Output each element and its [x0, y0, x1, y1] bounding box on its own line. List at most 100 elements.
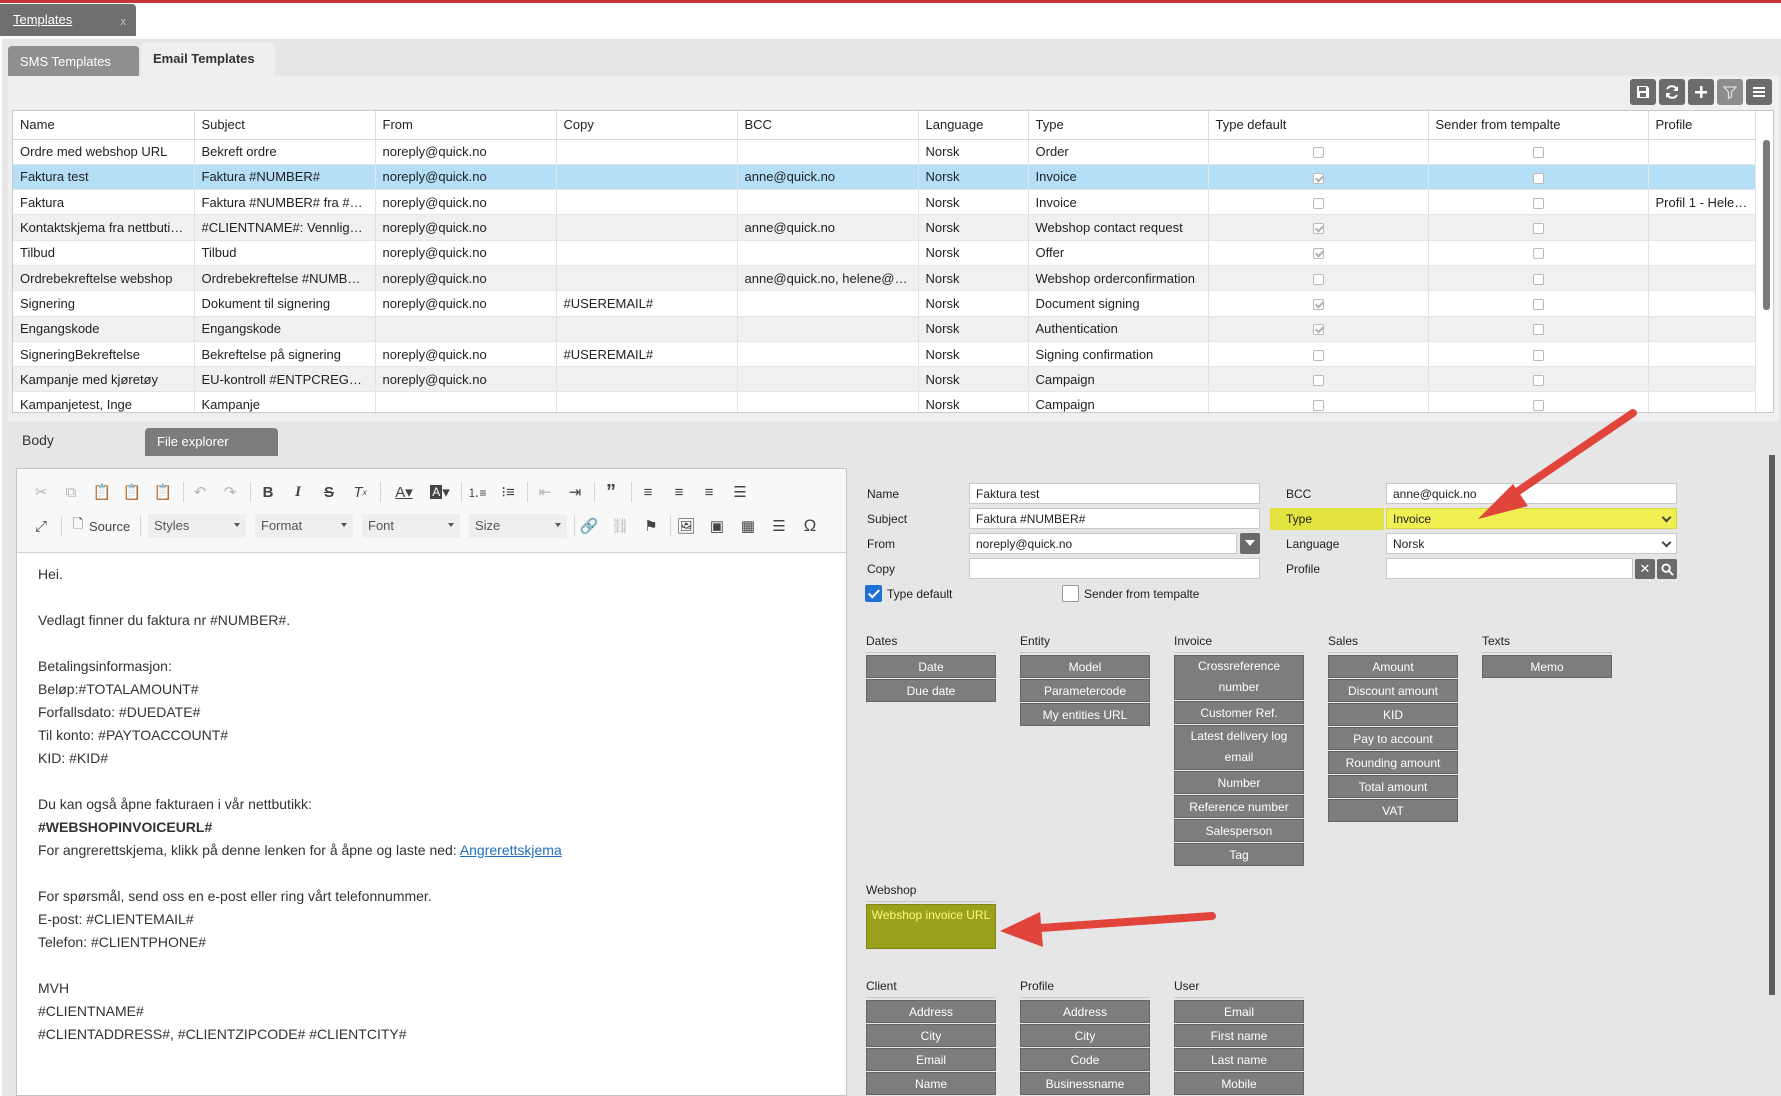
anchor-flag-icon[interactable]: ⚑	[640, 515, 662, 537]
name-field[interactable]: Faktura test	[969, 483, 1260, 504]
styles-dropdown[interactable]: Styles	[148, 514, 246, 538]
text-color-icon[interactable]: A▾	[389, 481, 419, 503]
col-type[interactable]: Type	[1028, 111, 1209, 140]
col-profile[interactable]: Profile	[1648, 111, 1756, 140]
special-char-icon[interactable]: Ω	[799, 515, 821, 537]
tag-entity-model[interactable]: Model	[1020, 655, 1150, 678]
col-copy[interactable]: Copy	[556, 111, 738, 140]
col-from[interactable]: From	[375, 111, 557, 140]
tag-profile-code[interactable]: Code	[1020, 1048, 1150, 1071]
table-row[interactable]: SigneringBekreftelse Bekreftelse på signe…	[13, 341, 1756, 368]
tag-user-email[interactable]: Email	[1174, 1000, 1304, 1023]
format-dropdown[interactable]: Format	[255, 514, 353, 538]
table-row[interactable]: Engangskode Engangskode Norsk Authenticatio…	[13, 316, 1756, 342]
copy-field[interactable]	[969, 558, 1260, 579]
tag-client-email[interactable]: Email	[866, 1048, 996, 1071]
tag-invoice-salesperson[interactable]: Salesperson	[1174, 819, 1304, 842]
bcc-field[interactable]: anne@quick.no	[1386, 483, 1677, 504]
withdraw-link[interactable]: Angrerettskjema	[460, 842, 562, 858]
paste-word-icon[interactable]: 📋	[152, 481, 174, 503]
tag-webshop-webshop-invoice-url[interactable]: Webshop invoice URL	[866, 904, 996, 949]
tag-invoice-number[interactable]: Number	[1174, 771, 1304, 794]
search-profile-button[interactable]	[1657, 559, 1677, 579]
tag-invoice-customer-ref[interactable]: Customer Ref.	[1174, 701, 1304, 724]
maximize-icon[interactable]: ⤢	[30, 515, 52, 537]
cut-icon[interactable]: ✂	[30, 481, 52, 503]
close-icon[interactable]: x	[121, 16, 127, 28]
tag-profile-address[interactable]: Address	[1020, 1000, 1150, 1023]
paste-icon[interactable]: 📋	[91, 481, 113, 503]
source-button[interactable]: Source	[89, 519, 130, 534]
outdent-icon[interactable]: ⇤	[534, 481, 556, 503]
tag-sales-amount[interactable]: Amount	[1328, 655, 1458, 678]
tag-sales-rounding-amount[interactable]: Rounding amount	[1328, 751, 1458, 774]
profile-field[interactable]	[1386, 558, 1633, 579]
horizontal-line-icon[interactable]: ☰	[768, 515, 790, 537]
from-field[interactable]: noreply@quick.no	[969, 533, 1237, 554]
align-center-icon[interactable]: ≡	[668, 481, 690, 503]
subject-field[interactable]: Faktura #NUMBER#	[969, 508, 1260, 529]
table-row[interactable]: Kampanjetest, Inge Kampanje Norsk Campaign	[13, 391, 1756, 412]
tag-profile-city[interactable]: City	[1020, 1024, 1150, 1047]
copy-icon[interactable]: ⧉	[60, 481, 82, 503]
tag-entity-parametercode[interactable]: Parametercode	[1020, 679, 1150, 702]
tag-invoice-crossreference-number[interactable]: Crossreference number	[1174, 655, 1304, 700]
bold-icon[interactable]: B	[257, 481, 279, 503]
col-type-default[interactable]: Type default	[1208, 111, 1429, 140]
tag-dates-due-date[interactable]: Due date	[866, 679, 996, 702]
align-right-icon[interactable]: ≡	[698, 481, 720, 503]
unlink-icon[interactable]: ⛓	[609, 515, 631, 537]
tab-file-explorer[interactable]: File explorer	[145, 428, 278, 456]
save-button[interactable]	[1630, 79, 1656, 105]
menu-button[interactable]	[1746, 79, 1772, 105]
col-language[interactable]: Language	[918, 111, 1029, 140]
tag-user-first-name[interactable]: First name	[1174, 1024, 1304, 1047]
tag-invoice-reference-number[interactable]: Reference number	[1174, 795, 1304, 818]
source-icon[interactable]: 🗋	[67, 515, 89, 537]
tag-sales-vat[interactable]: VAT	[1328, 799, 1458, 822]
add-button[interactable]	[1688, 79, 1714, 105]
tag-client-city[interactable]: City	[866, 1024, 996, 1047]
language-select[interactable]: Norsk	[1386, 533, 1677, 554]
tab-email-templates[interactable]: Email Templates	[141, 43, 275, 76]
tab-body[interactable]: Body	[12, 424, 144, 460]
type-select[interactable]: Invoice	[1386, 508, 1677, 529]
col-name[interactable]: Name	[13, 111, 195, 140]
table-scrollbar[interactable]	[1763, 140, 1770, 310]
align-left-icon[interactable]: ≡	[637, 481, 659, 503]
table-row[interactable]: Faktura Faktura #NUMBER# fra #C… noreply@q…	[13, 189, 1756, 216]
numbered-list-icon[interactable]: ⒈≡	[466, 481, 488, 503]
undo-icon[interactable]: ↶	[189, 481, 211, 503]
table-row[interactable]: Signering Dokument til signering noreply@q…	[13, 290, 1756, 317]
templates-tab[interactable]: Templates x	[0, 4, 136, 36]
table-row[interactable]: Kontaktskjema fra nettbuti… #CLIENTNAME#:…	[13, 214, 1756, 241]
tag-sales-discount-amount[interactable]: Discount amount	[1328, 679, 1458, 702]
tag-sales-pay-to-account[interactable]: Pay to account	[1328, 727, 1458, 750]
blockquote-icon[interactable]: ”	[600, 481, 622, 503]
clear-profile-button[interactable]: ✕	[1635, 559, 1655, 579]
col-bcc[interactable]: BCC	[737, 111, 919, 140]
table-row[interactable]: Kampanje med kjøretøy EU-kontroll #ENTPCR…	[13, 366, 1756, 393]
strikethrough-icon[interactable]: S	[318, 481, 340, 503]
refresh-button[interactable]	[1659, 79, 1685, 105]
tag-invoice-latest-delivery-log-email[interactable]: Latest delivery log email	[1174, 725, 1304, 770]
details-scrollbar[interactable]	[1769, 455, 1775, 995]
table-row[interactable]: Ordre med webshop URL Bekreft ordre norepl…	[13, 139, 1756, 165]
table-row[interactable]: Faktura test Faktura #NUMBER# noreply@quic…	[13, 164, 1756, 191]
tag-client-name[interactable]: Name	[866, 1072, 996, 1095]
tag-entity-my-entities-url[interactable]: My entities URL	[1020, 703, 1150, 726]
paste-text-icon[interactable]: 📋	[121, 481, 143, 503]
bulleted-list-icon[interactable]: ⁝≡	[497, 481, 519, 503]
templates-tab-label[interactable]: Templates	[13, 12, 72, 27]
redo-icon[interactable]: ↷	[219, 481, 241, 503]
sender-from-template-checkbox[interactable]	[1062, 585, 1079, 602]
tag-texts-memo[interactable]: Memo	[1482, 655, 1612, 678]
tag-sales-kid[interactable]: KID	[1328, 703, 1458, 726]
col-subject[interactable]: Subject	[194, 111, 376, 140]
editor-content[interactable]: Hei. Vedlagt finner du faktura nr #NUMBE…	[38, 563, 818, 1046]
remove-format-icon[interactable]: Tx	[349, 481, 371, 503]
size-dropdown[interactable]: Size	[469, 514, 567, 538]
filter-button[interactable]	[1717, 79, 1743, 105]
tag-user-last-name[interactable]: Last name	[1174, 1048, 1304, 1071]
tag-sales-total-amount[interactable]: Total amount	[1328, 775, 1458, 798]
